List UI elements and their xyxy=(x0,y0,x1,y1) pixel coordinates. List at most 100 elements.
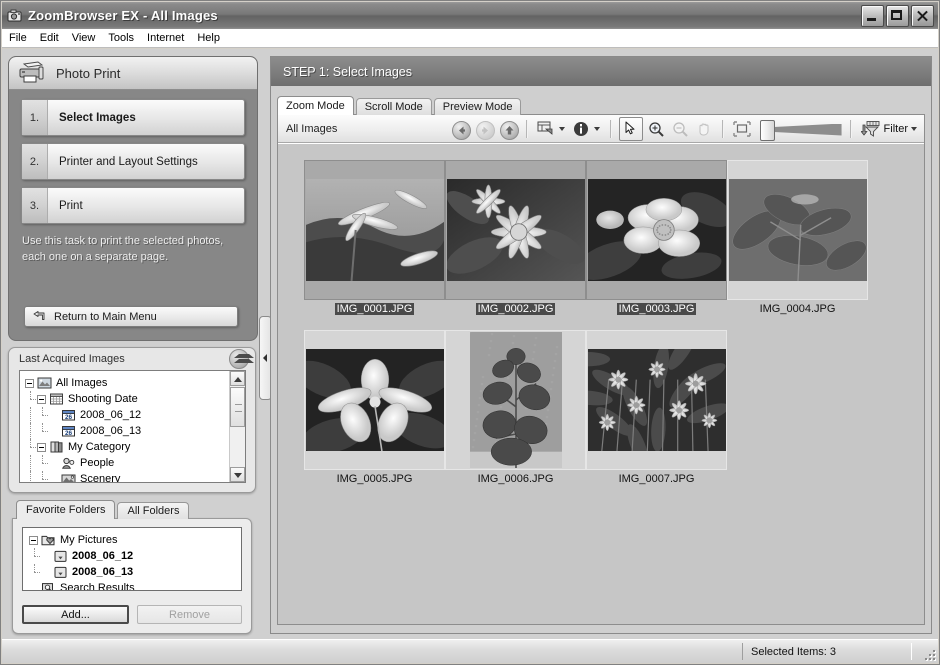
display-mode-icon[interactable] xyxy=(535,118,557,140)
tree-item[interactable]: Shooting Date xyxy=(25,391,227,407)
thumbnail-frame[interactable] xyxy=(586,160,727,300)
tree-item-label: My Pictures xyxy=(60,534,118,546)
thumbnail-item[interactable]: IMG_0004.JPG xyxy=(727,160,868,315)
chevron-down-icon[interactable] xyxy=(558,126,565,131)
thumbnail-item[interactable]: IMG_0002.JPG xyxy=(445,160,586,315)
back-icon[interactable] xyxy=(449,118,471,140)
tree-indent xyxy=(37,407,49,423)
menu-item-view[interactable]: View xyxy=(72,30,105,46)
scrollbar-thumb[interactable] xyxy=(230,387,245,427)
thumbnail-item[interactable]: IMG_0001.JPG xyxy=(304,160,445,315)
tree-item[interactable]: People xyxy=(25,455,227,471)
tree-item[interactable]: 26 2008_06_12 xyxy=(25,407,227,423)
thumbnail-row: IMG_0005.JPG IMG_0006.JPG IMG_0007.JPG xyxy=(304,330,924,485)
download-folder-icon xyxy=(53,565,68,579)
menu-item-internet[interactable]: Internet xyxy=(147,30,193,46)
menu-item-edit[interactable]: Edit xyxy=(40,30,68,46)
tree-expander-minus-icon[interactable] xyxy=(37,442,46,452)
tree-item-label: People xyxy=(80,457,115,469)
maximize-icon[interactable] xyxy=(886,5,909,27)
tab-favorite-folders[interactable]: Favorite Folders xyxy=(16,500,116,519)
zoom-in-icon[interactable] xyxy=(645,118,667,140)
scroll-down-arrow-icon[interactable] xyxy=(230,467,245,482)
people-icon xyxy=(61,456,76,470)
thumbnail-frame[interactable] xyxy=(445,330,586,470)
thumbnail-frame[interactable] xyxy=(304,160,445,300)
tree-item[interactable]: Search Results xyxy=(29,580,237,590)
thumbnail-filename: IMG_0006.JPG xyxy=(477,473,554,485)
thumbnail-item[interactable]: IMG_0006.JPG xyxy=(445,330,586,485)
thumbnail-frame[interactable] xyxy=(445,160,586,300)
forward-icon[interactable] xyxy=(473,118,495,140)
select-arrow-icon[interactable] xyxy=(618,116,643,141)
tree-item-label: 2008_06_13 xyxy=(72,566,134,578)
tree-expander-minus-icon[interactable] xyxy=(29,535,38,545)
filter-icon[interactable] xyxy=(859,118,881,140)
minimize-icon[interactable] xyxy=(861,5,884,27)
resize-grip-icon[interactable] xyxy=(921,646,935,660)
tree-expander-minus-icon[interactable] xyxy=(37,394,46,404)
thumbnail-frame[interactable] xyxy=(727,160,868,300)
chevron-down-icon[interactable] xyxy=(911,126,917,131)
step-label: Print xyxy=(59,199,83,212)
thumbnail-filename: IMG_0007.JPG xyxy=(618,473,695,485)
step-button-select-images[interactable]: 1. Select Images xyxy=(21,99,245,136)
add-button[interactable]: Add... xyxy=(22,605,129,624)
thumbnail-grid[interactable]: IMG_0001.JPG IMG_0002.JPG IMG_0003.JPG I… xyxy=(278,143,924,624)
last-acquired-images-panel: Last Acquired Images All Images Shooting … xyxy=(8,347,256,493)
search-results-icon xyxy=(41,581,56,590)
all-images-icon xyxy=(37,376,52,390)
thumbnail-item[interactable]: IMG_0003.JPG xyxy=(586,160,727,315)
tab-all-folders[interactable]: All Folders xyxy=(117,502,190,519)
thumbnail-item[interactable]: IMG_0005.JPG xyxy=(304,330,445,485)
toolbar-separator xyxy=(525,119,528,138)
tree-item[interactable]: All Images xyxy=(25,375,227,391)
step-button-print[interactable]: 3. Print xyxy=(21,187,245,224)
add-button-label: Add... xyxy=(61,608,90,621)
tree-indent xyxy=(37,455,49,471)
menu-item-tools[interactable]: Tools xyxy=(108,30,143,46)
camera-icon xyxy=(7,8,23,24)
svg-text:26: 26 xyxy=(65,430,73,437)
scroll-up-arrow-icon[interactable] xyxy=(230,371,245,386)
thumbnail-frame[interactable] xyxy=(304,330,445,470)
thumbnail-row: IMG_0001.JPG IMG_0002.JPG IMG_0003.JPG I… xyxy=(304,160,924,315)
return-arrow-icon xyxy=(33,311,47,322)
chevron-down-icon[interactable] xyxy=(593,126,600,131)
hand-pan-icon[interactable] xyxy=(693,118,715,140)
up-icon[interactable] xyxy=(497,118,519,140)
last-acquired-header: Last Acquired Images xyxy=(9,348,255,370)
menu-item-file[interactable]: File xyxy=(9,30,36,46)
info-icon[interactable] xyxy=(570,118,592,140)
menu-item-help[interactable]: Help xyxy=(197,30,229,46)
toolbar-separator xyxy=(849,119,852,138)
tree-item[interactable]: Scenery xyxy=(25,471,227,482)
last-acquired-tree[interactable]: All Images Shooting Date 26 2008_06_12 26 200… xyxy=(19,370,246,483)
close-icon[interactable] xyxy=(911,5,934,27)
tree-item[interactable]: 2008_06_13 xyxy=(29,564,237,580)
double-chevron-up-icon[interactable] xyxy=(229,349,254,369)
tab-scroll-mode[interactable]: Scroll Mode xyxy=(355,98,432,115)
return-to-main-menu-button[interactable]: Return to Main Menu xyxy=(24,306,238,327)
tree-expander-minus-icon[interactable] xyxy=(25,378,34,388)
step-label: Printer and Layout Settings xyxy=(59,155,198,168)
fit-to-window-icon[interactable] xyxy=(731,118,753,140)
thumbnail-filename: IMG_0002.JPG xyxy=(475,303,556,315)
tree-item[interactable]: 26 2008_06_13 xyxy=(25,423,227,439)
tree-item[interactable]: My Category xyxy=(25,439,227,455)
step-button-printer-layout[interactable]: 2. Printer and Layout Settings xyxy=(21,143,245,180)
tab-zoom-mode[interactable]: Zoom Mode xyxy=(277,96,354,115)
favorite-folders-tree[interactable]: My Pictures 2008_06_12 2008_06_13 Search Re… xyxy=(22,527,242,591)
zoom-out-icon[interactable] xyxy=(669,118,691,140)
tree-item[interactable]: 2008_06_12 xyxy=(29,548,237,564)
thumbnail-frame[interactable] xyxy=(586,330,727,470)
filter-button-label[interactable]: Filter xyxy=(884,123,908,135)
zoom-size-slider[interactable] xyxy=(758,118,844,141)
thumbnail-item[interactable]: IMG_0007.JPG xyxy=(586,330,727,485)
tree-scrollbar[interactable] xyxy=(229,371,245,482)
printer-icon xyxy=(17,61,47,85)
category-icon xyxy=(49,440,64,454)
remove-button[interactable]: Remove xyxy=(137,605,242,624)
tree-item[interactable]: My Pictures xyxy=(29,532,237,548)
tab-preview-mode[interactable]: Preview Mode xyxy=(433,98,522,115)
